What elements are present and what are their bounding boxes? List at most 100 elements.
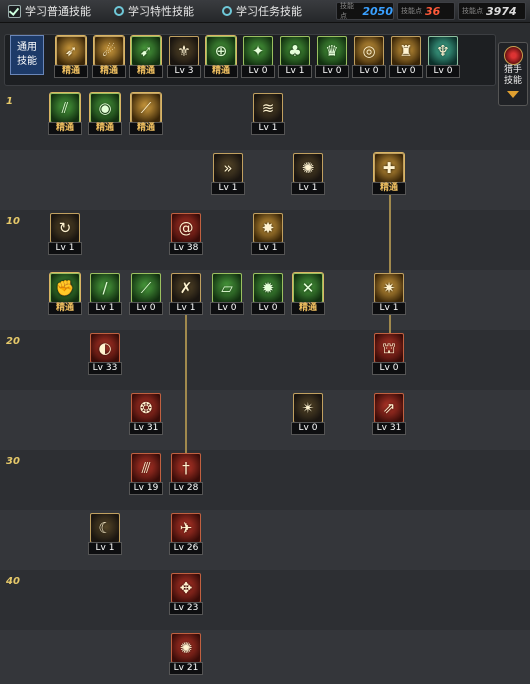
skill-compass[interactable]: ✥ Lv 23 (169, 573, 203, 615)
skill-level: Lv 19 (129, 482, 163, 495)
general-skill-orb[interactable]: ✦ Lv 0 (241, 36, 275, 78)
tree-row (0, 570, 530, 630)
tree-row (0, 150, 530, 210)
skill-level: Lv 31 (129, 422, 163, 435)
skill-combo[interactable]: ✗ Lv 1 (169, 273, 203, 315)
learn-quest-skills-option[interactable]: 学习任务技能 (222, 3, 302, 19)
level-marker: 30 (6, 456, 20, 467)
tree-row (0, 450, 530, 510)
impact-icon: ✷ (374, 273, 404, 303)
skill-phoenix[interactable]: ✈ Lv 26 (169, 513, 203, 555)
swirl-icon: ≋ (253, 93, 283, 123)
skill-rush[interactable]: ⇗ Lv 31 (372, 393, 406, 435)
class-emblem-icon (504, 46, 523, 65)
skill-sword[interactable]: ⟋ Lv 0 (129, 273, 163, 315)
compass-icon: ✥ (171, 573, 201, 603)
skill-connector (389, 182, 391, 274)
skill-gate[interactable]: ⛫ Lv 0 (372, 333, 406, 375)
skill-level: 精通 (129, 65, 163, 78)
skill-flame-slash[interactable]: ❂ Lv 31 (129, 393, 163, 435)
general-skills-label: 通用 技能 (10, 35, 44, 75)
skill-fist[interactable]: ✊ 精通 (48, 273, 82, 315)
arrows-icon: » (213, 153, 243, 183)
skill-level: Lv 1 (372, 302, 406, 315)
hunter-skills-tab[interactable]: 猎手 技能 (498, 42, 528, 106)
skill-level: Lv 0 (372, 362, 406, 375)
slash-icon: ⫽ (50, 93, 80, 123)
orb-icon: ✦ (243, 36, 273, 66)
tab-label-line: 技能 (503, 76, 522, 86)
skill-level: 精通 (372, 182, 406, 195)
radio-icon[interactable] (222, 6, 232, 16)
skill-swirl[interactable]: ≋ Lv 1 (251, 93, 285, 135)
fist-icon: ✊ (50, 273, 80, 303)
skill-burst[interactable]: ✸ Lv 1 (251, 213, 285, 255)
combo-icon: ✗ (171, 273, 201, 303)
skill-moon[interactable]: ☾ Lv 1 (88, 513, 122, 555)
general-skill-mushroom[interactable]: ♣ Lv 1 (278, 36, 312, 78)
sword-icon: ⟋ (131, 273, 161, 303)
skill-arrows[interactable]: » Lv 1 (211, 153, 245, 195)
eye-icon: ◉ (90, 93, 120, 123)
learn-trait-skills-option[interactable]: 学习特性技能 (114, 3, 194, 19)
fan-icon: ✺ (293, 153, 323, 183)
general-skill-wings[interactable]: ⚜ Lv 3 (167, 36, 201, 78)
skill-level: Lv 1 (88, 302, 122, 315)
general-skill-totem[interactable]: ♆ Lv 0 (426, 36, 460, 78)
sp-tag: 技能点 (462, 7, 483, 15)
expand-arrow-icon[interactable] (507, 91, 519, 98)
skill-explosion[interactable]: ✴ Lv 0 (291, 393, 325, 435)
gate-icon: ⛫ (374, 333, 404, 363)
rush-icon: ⇗ (374, 393, 404, 423)
general-skill-eye[interactable]: ◎ Lv 0 (352, 36, 386, 78)
skill-level: Lv 21 (169, 662, 203, 675)
star-icon: ✹ (253, 273, 283, 303)
tab-label-line: 猎手 (503, 65, 522, 75)
general-skill-crown[interactable]: ♛ Lv 0 (315, 36, 349, 78)
sprint-icon: ➶ (56, 36, 86, 66)
checkbox-icon[interactable] (8, 4, 21, 18)
skill-shield[interactable]: ✚ 精通 (372, 153, 406, 195)
general-skill-dash[interactable]: ➹ 精通 (129, 36, 163, 78)
learn-normal-skills-option[interactable]: 学习普通技能 (8, 3, 91, 19)
skill-level: Lv 1 (251, 122, 285, 135)
skill-spin[interactable]: ↻ Lv 1 (48, 213, 82, 255)
skill-claw[interactable]: ⫻ Lv 19 (129, 453, 163, 495)
skill-level: Lv 23 (169, 602, 203, 615)
radio-icon[interactable] (114, 6, 124, 16)
skill-arc[interactable]: ⟋ 精通 (129, 93, 163, 135)
general-skill-sprint[interactable]: ➶ 精通 (54, 36, 88, 78)
sp-value: 2050 (362, 4, 393, 18)
warrior-icon: ♜ (391, 36, 421, 66)
skill-level: Lv 26 (169, 542, 203, 555)
totem-icon: ♆ (428, 36, 458, 66)
skill-slash[interactable]: ⫽ 精通 (48, 93, 82, 135)
skill-level: Lv 0 (315, 65, 349, 78)
skill-impact[interactable]: ✷ Lv 1 (372, 273, 406, 315)
general-skill-crosshair[interactable]: ⊕ 精通 (204, 36, 238, 78)
skill-fan[interactable]: ✺ Lv 1 (291, 153, 325, 195)
general-skill-leap[interactable]: ☄ 精通 (92, 36, 126, 78)
level-marker: 20 (6, 336, 20, 347)
skill-level: 精通 (129, 122, 163, 135)
level-marker: 10 (6, 216, 20, 227)
skill-dagger[interactable]: ▱ Lv 0 (210, 273, 244, 315)
skill-level: Lv 1 (88, 542, 122, 555)
sword-rain-icon: † (171, 453, 201, 483)
skill-blade[interactable]: / Lv 1 (88, 273, 122, 315)
option-label: 学习普通技能 (25, 5, 91, 18)
skill-meteor[interactable]: ✺ Lv 21 (169, 633, 203, 675)
skill-level: 精通 (48, 122, 82, 135)
skill-level: Lv 0 (241, 65, 275, 78)
general-skill-warrior[interactable]: ♜ Lv 0 (389, 36, 423, 78)
skill-sword-rain[interactable]: † Lv 28 (169, 453, 203, 495)
skill-crescent[interactable]: ◐ Lv 33 (88, 333, 122, 375)
skill-cross-blade[interactable]: ✕ 精通 (291, 273, 325, 315)
crown-icon: ♛ (317, 36, 347, 66)
skill-star[interactable]: ✹ Lv 0 (251, 273, 285, 315)
skill-level: 精通 (48, 302, 82, 315)
skill-level: Lv 1 (291, 182, 325, 195)
skill-eye[interactable]: ◉ 精通 (88, 93, 122, 135)
skill-vortex[interactable]: @ Lv 38 (169, 213, 203, 255)
top-bar: 学习普通技能 学习特性技能 学习任务技能 技能点 2050 技能点 36 技能点… (0, 0, 530, 23)
